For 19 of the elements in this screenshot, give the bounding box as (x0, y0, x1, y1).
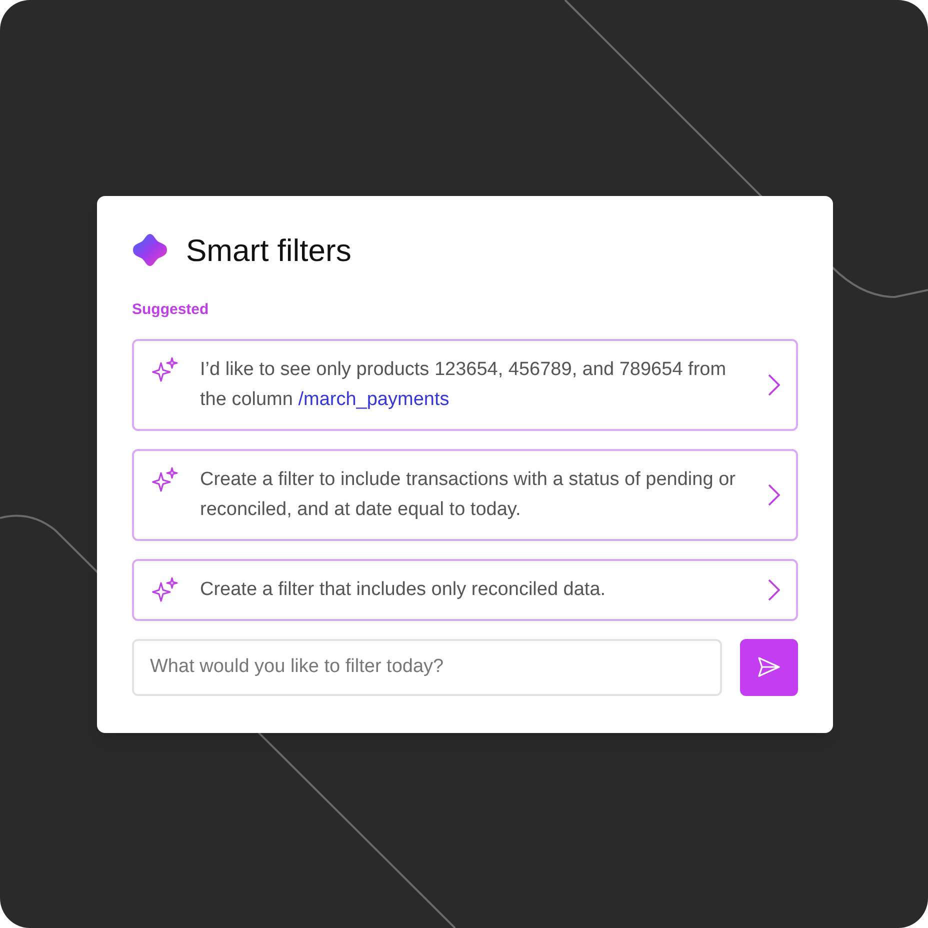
suggestion-text: Create a filter to include transactions with a status of pending or reconciled, and at date equal to today. (200, 468, 736, 522)
chevron-right-icon (768, 578, 780, 600)
chevron-right-icon (768, 374, 780, 396)
sparkles-icon (152, 356, 178, 382)
suggestion-text: Create a filter that includes only reconciled data. (200, 578, 607, 602)
section-label: Suggested (132, 300, 209, 320)
suggestion-card[interactable]: Create a filter that includes only reconciled data. (132, 558, 798, 620)
sparkles-icon (152, 466, 178, 492)
column-link[interactable]: /march_payments (298, 388, 450, 410)
sparkles-icon (152, 576, 178, 602)
suggestion-card[interactable]: I’d like to see only products 123654, 456789, and 789654 from the column /march_payments (132, 338, 798, 430)
send-button[interactable] (740, 638, 798, 696)
filter-input-field[interactable]: What would you like to filter today? (132, 638, 722, 696)
chevron-right-icon (768, 484, 780, 506)
suggestion-text: I’d like to see only products 123654, 456789, and 789654 from the column /march_payments (200, 358, 728, 412)
send-icon (758, 657, 780, 677)
sparkle-logo-icon (132, 233, 168, 267)
panel-title: Smart filters (186, 234, 352, 266)
suggestion-card[interactable]: Create a filter to include transactions with a status of pending or reconciled, and at date equal to today. (132, 448, 798, 540)
